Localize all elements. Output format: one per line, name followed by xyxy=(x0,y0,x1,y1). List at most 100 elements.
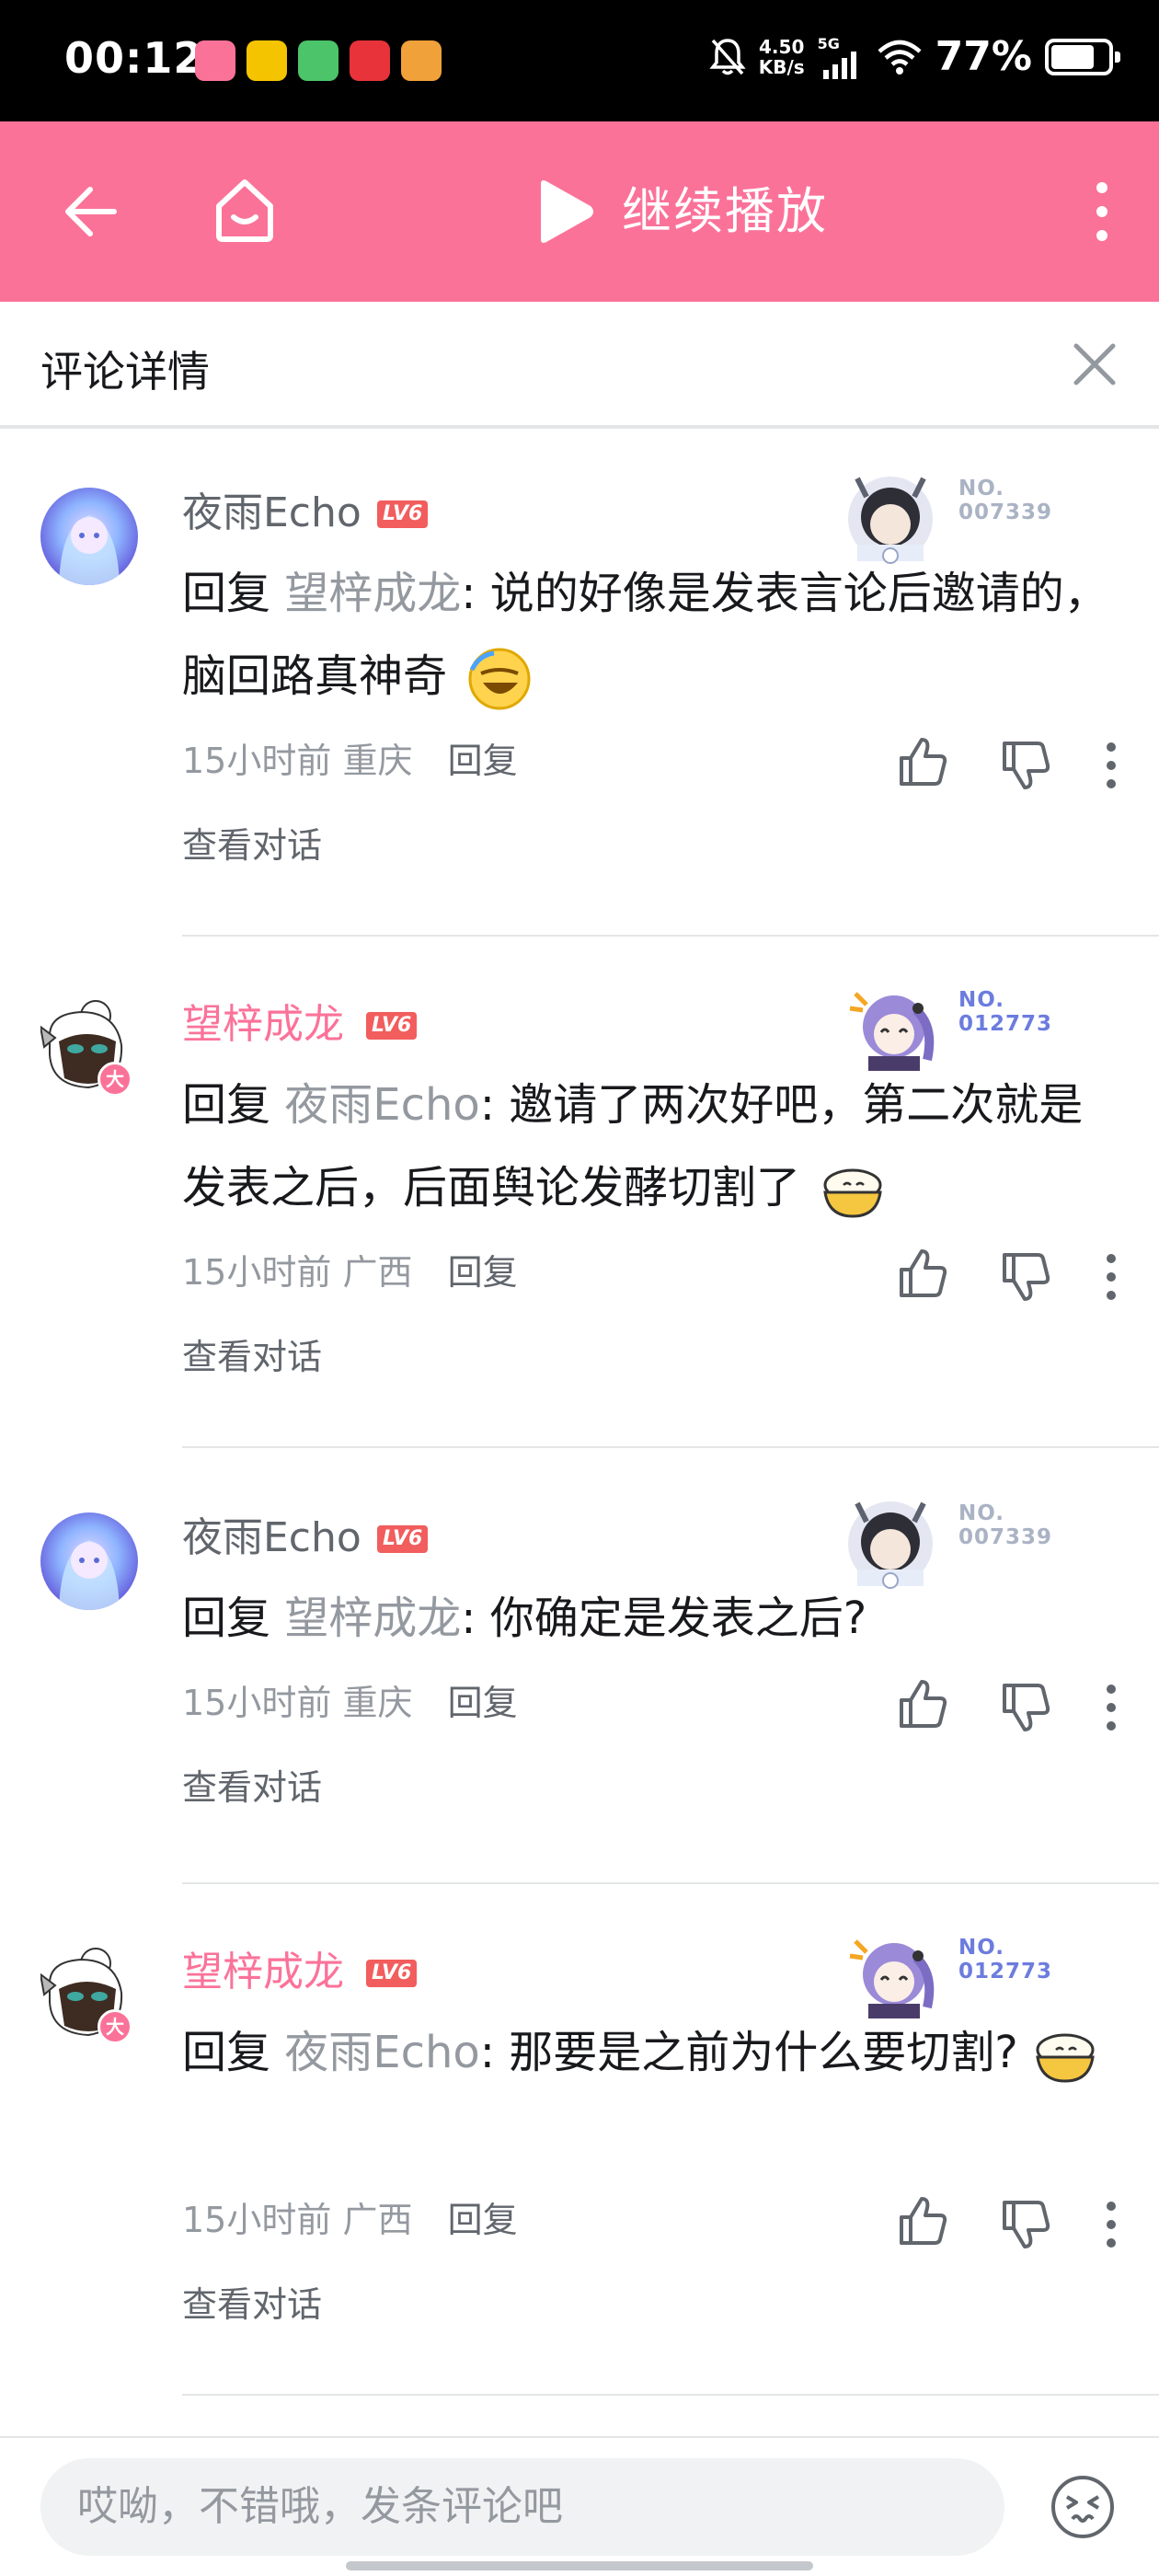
comment-location: 广西 xyxy=(342,1252,413,1293)
level-badge: LV6 xyxy=(377,500,429,528)
fan-badge-number: NO. 012773 xyxy=(958,988,1053,1036)
more-options-icon[interactable] xyxy=(1093,738,1130,793)
signal-bars-icon xyxy=(822,51,856,79)
mute-bell-icon xyxy=(709,38,746,75)
reply-button[interactable]: 回复 xyxy=(448,741,518,781)
thumbs-up-icon[interactable] xyxy=(894,734,949,789)
laughing-emoji-icon xyxy=(468,648,531,710)
reply-button[interactable]: 回复 xyxy=(448,1683,518,1723)
net-speed: 4.50 KB/s xyxy=(758,35,805,78)
comment-time: 15小时前 xyxy=(182,1252,332,1293)
comment-input[interactable]: 哎呦，不错哦，发条评论吧 xyxy=(40,2458,1004,2556)
more-options-icon[interactable] xyxy=(1093,1680,1130,1735)
thumbs-down-icon[interactable] xyxy=(997,738,1052,793)
comment-location: 重庆 xyxy=(342,1683,413,1723)
thumbs-up-icon[interactable] xyxy=(894,1676,949,1731)
battery-fill xyxy=(1051,44,1094,69)
comment-text: 回复 夜雨Echo: 那要是之前为什么要切割? xyxy=(182,2011,1111,2094)
comment-text: 回复 夜雨Echo: 邀请了两次好吧，第二次就是发表之后，后面舆论发酵切割了 xyxy=(182,1064,1111,1229)
avatar[interactable] xyxy=(40,488,138,585)
comment-body: : 那要是之前为什么要切割? xyxy=(479,2027,1018,2078)
thumbs-down-icon[interactable] xyxy=(997,2197,1052,2252)
status-right: 4.50 KB/s 5G 77% xyxy=(709,33,1120,80)
reply-label: 回复 xyxy=(182,1079,285,1131)
divider xyxy=(182,2394,1159,2396)
divider xyxy=(182,935,1159,937)
view-thread-link[interactable]: 查看对话 xyxy=(182,1765,322,1811)
comment-body: : 你确定是发表之后? xyxy=(461,1593,867,1644)
view-thread-link[interactable]: 查看对话 xyxy=(182,822,322,868)
divider xyxy=(182,1446,1159,1448)
fan-badge-number: NO. 007339 xyxy=(958,477,1053,524)
battery-percent: 77% xyxy=(935,33,1032,80)
reply-to-user[interactable]: 望梓成龙 xyxy=(284,1593,461,1644)
vip-badge: 大 xyxy=(98,1062,132,1097)
comment-text: 回复 望梓成龙: 说的好像是发表言论后邀请的，脑回路真神奇 xyxy=(182,552,1111,718)
app-7-icon xyxy=(247,40,287,81)
status-bar: 00:12 4.50 KB/s 5G 77% xyxy=(0,0,1159,121)
arrow-left-icon[interactable] xyxy=(57,178,123,245)
status-notification-icons xyxy=(195,40,442,81)
sheet-title: 评论详情 xyxy=(40,347,210,397)
close-icon[interactable] xyxy=(1067,337,1122,392)
username[interactable]: 望梓成龙 xyxy=(182,1947,344,1998)
app-bar: 继续播放 xyxy=(0,121,1159,302)
comment-meta: 15小时前 重庆 回复 xyxy=(182,1680,518,1726)
comment-meta: 15小时前 广西 回复 xyxy=(182,2197,518,2243)
shopping-app-icon xyxy=(350,40,390,81)
avatar[interactable]: 大 xyxy=(39,999,138,1097)
reply-button[interactable]: 回复 xyxy=(448,1252,518,1293)
status-time: 00:12 xyxy=(64,33,204,83)
comment-meta: 15小时前 广西 回复 xyxy=(182,1249,518,1295)
reply-button[interactable]: 回复 xyxy=(448,2200,518,2240)
comment-text: 回复 望梓成龙: 你确定是发表之后? xyxy=(182,1577,1111,1660)
battery-icon xyxy=(1045,38,1120,75)
reply-label: 回复 xyxy=(182,568,285,619)
avatar[interactable]: 大 xyxy=(39,1947,138,2044)
more-options-icon[interactable] xyxy=(1093,2197,1130,2252)
comment-time: 15小时前 xyxy=(182,2200,332,2240)
comment-time: 15小时前 xyxy=(182,1683,332,1723)
more-options-icon[interactable] xyxy=(1093,1249,1130,1305)
reply-to-user[interactable]: 夜雨Echo xyxy=(284,2027,480,2078)
reply-to-user[interactable]: 望梓成龙 xyxy=(284,568,461,619)
network-type: 5G xyxy=(817,34,840,52)
avatar[interactable] xyxy=(40,1512,138,1610)
bun-emoji-icon xyxy=(1036,2033,1095,2083)
fan-badge-number: NO. 012773 xyxy=(958,1936,1053,1984)
vip-badge: 大 xyxy=(98,2009,132,2044)
comment-location: 重庆 xyxy=(342,741,413,781)
thumbs-up-icon[interactable] xyxy=(894,2193,949,2248)
reply-to-user[interactable]: 夜雨Echo xyxy=(284,1079,480,1131)
divider xyxy=(182,1882,1159,1884)
emoji-face-icon[interactable] xyxy=(1049,2473,1117,2541)
username[interactable]: 望梓成龙 xyxy=(182,999,344,1051)
thumbs-down-icon[interactable] xyxy=(997,1249,1052,1305)
reply-label: 回复 xyxy=(182,2027,285,2078)
wifi-icon xyxy=(878,40,922,75)
comment-meta: 15小时前 重庆 回复 xyxy=(182,738,518,784)
thumbs-up-icon[interactable] xyxy=(894,1246,949,1301)
bun-emoji-icon xyxy=(823,1168,883,1218)
more-vertical-icon[interactable] xyxy=(1093,180,1111,243)
username[interactable]: 夜雨Echo xyxy=(182,488,361,539)
home-indicator[interactable] xyxy=(346,2561,813,2570)
bilibili-app-icon xyxy=(195,40,235,81)
comment-time: 15小时前 xyxy=(182,741,332,781)
cell-signal: 5G xyxy=(817,34,864,79)
comment-detail-header: 评论详情 xyxy=(0,302,1159,429)
level-badge: LV6 xyxy=(366,1012,418,1040)
video-app-icon xyxy=(298,40,339,81)
username[interactable]: 夜雨Echo xyxy=(182,1512,361,1564)
home-icon[interactable] xyxy=(208,173,281,247)
view-thread-link[interactable]: 查看对话 xyxy=(182,1334,322,1380)
reply-label: 回复 xyxy=(182,1593,285,1644)
thumbs-down-icon[interactable] xyxy=(997,1680,1052,1735)
play-icon[interactable] xyxy=(534,178,596,245)
fan-badge-number: NO. 007339 xyxy=(958,1501,1053,1549)
continue-playing-button[interactable]: 继续播放 xyxy=(622,178,828,245)
comment-location: 广西 xyxy=(342,2200,413,2240)
level-badge: LV6 xyxy=(377,1525,429,1553)
view-thread-link[interactable]: 查看对话 xyxy=(182,2282,322,2328)
level-badge: LV6 xyxy=(366,1960,418,1987)
